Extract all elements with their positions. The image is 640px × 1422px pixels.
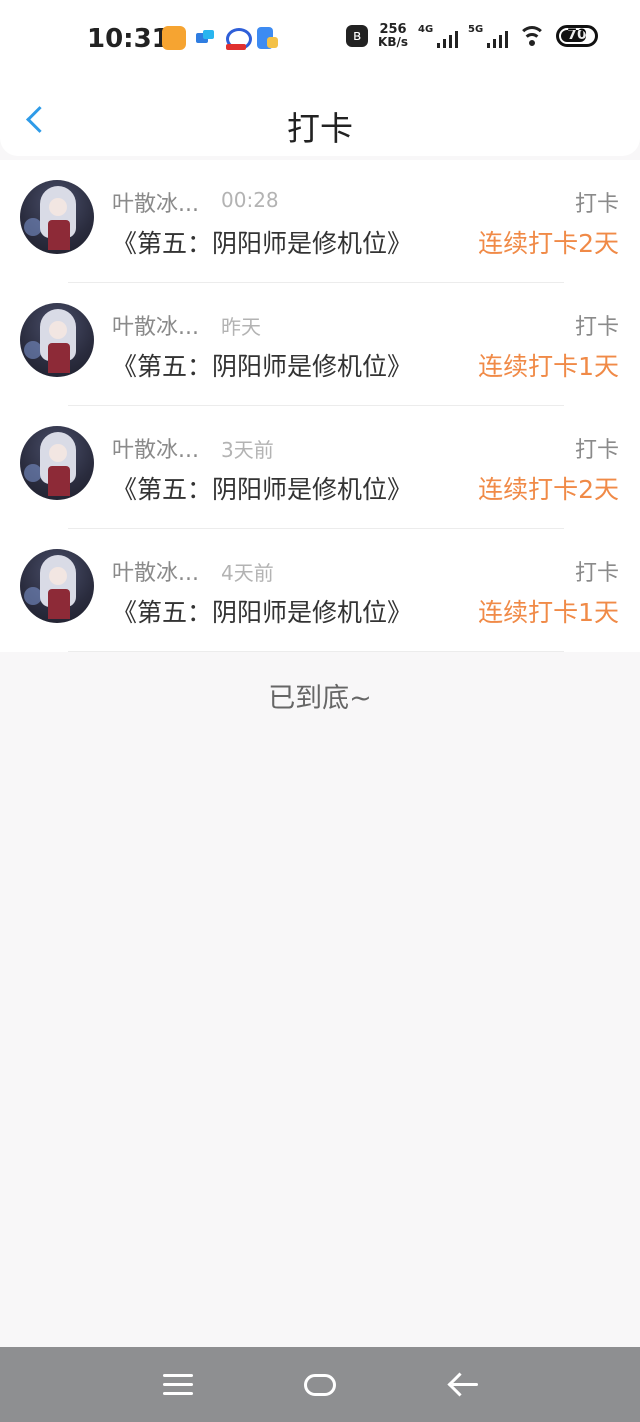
topic-title[interactable]: 《第五：阴阳师是修机位》	[112, 593, 412, 629]
signal-4g-label: 4G	[418, 24, 434, 35]
list-item[interactable]: 叶散冰... 00:28 打卡 《第五：阴阳师是修机位》 连续打卡2天	[0, 160, 640, 283]
back-icon[interactable]	[448, 1372, 480, 1398]
user-name: 叶散冰...	[112, 192, 199, 217]
baidu-app-icon	[224, 26, 252, 50]
checkin-list: 叶散冰... 00:28 打卡 《第五：阴阳师是修机位》 连续打卡2天 叶散冰.…	[0, 160, 640, 652]
avatar[interactable]	[20, 180, 94, 254]
page-title: 打卡	[287, 109, 353, 148]
network-speed-unit: KB/s	[378, 35, 408, 49]
streak-text: 连续打卡1天	[478, 598, 619, 627]
item-type: 打卡	[574, 438, 619, 463]
post-time: 昨天	[221, 315, 261, 339]
system-nav-bar	[0, 1347, 640, 1422]
streak-text: 连续打卡1天	[478, 352, 619, 381]
message-app-icon	[193, 26, 217, 50]
list-item[interactable]: 叶散冰... 昨天 打卡 《第五：阴阳师是修机位》 连续打卡1天	[0, 283, 640, 406]
system-icons: ʙ 256 KB/s 4G 5G 70	[346, 23, 598, 49]
topic-title[interactable]: 《第五：阴阳师是修机位》	[112, 224, 412, 260]
post-time: 00:28	[221, 188, 279, 212]
signal-5g-label: 5G	[468, 24, 484, 35]
item-type: 打卡	[574, 315, 619, 340]
topic-title[interactable]: 《第五：阴阳师是修机位》	[112, 347, 412, 383]
notification-icons	[162, 26, 279, 50]
avatar[interactable]	[20, 426, 94, 500]
user-name: 叶散冰...	[112, 561, 199, 586]
battery-level: 70	[567, 27, 587, 43]
post-time: 3天前	[221, 438, 274, 462]
signal-5g-icon: 5G	[468, 24, 508, 48]
streak-text: 连续打卡2天	[478, 229, 619, 258]
item-type: 打卡	[574, 561, 619, 586]
battery-icon: 70	[556, 25, 598, 47]
divider	[68, 651, 564, 652]
wifi-icon	[518, 24, 546, 48]
streak-text: 连续打卡2天	[478, 475, 619, 504]
list-item[interactable]: 叶散冰... 3天前 打卡 《第五：阴阳师是修机位》 连续打卡2天	[0, 406, 640, 529]
menu-icon[interactable]	[163, 1374, 193, 1396]
list-item[interactable]: 叶散冰... 4天前 打卡 《第五：阴阳师是修机位》 连续打卡1天	[0, 529, 640, 652]
user-name: 叶散冰...	[112, 438, 199, 463]
post-time: 4天前	[221, 561, 274, 585]
user-name: 叶散冰...	[112, 315, 199, 340]
signal-4g-icon: 4G	[418, 24, 458, 48]
end-of-list-text: 已到底~	[268, 683, 372, 714]
item-type: 打卡	[574, 192, 619, 217]
page-header: 打卡	[0, 82, 640, 156]
avatar[interactable]	[20, 303, 94, 377]
app-notification-icon	[162, 26, 186, 50]
avatar[interactable]	[20, 549, 94, 623]
files-app-icon	[255, 26, 279, 50]
home-icon[interactable]	[304, 1374, 336, 1396]
topic-title[interactable]: 《第五：阴阳师是修机位》	[112, 470, 412, 506]
status-bar: 10:31 ʙ 256 KB/s 4G 5G 70	[0, 0, 640, 82]
bluetooth-icon: ʙ	[346, 25, 369, 47]
status-time: 10:31	[87, 24, 170, 54]
network-speed: 256 KB/s	[378, 23, 408, 49]
